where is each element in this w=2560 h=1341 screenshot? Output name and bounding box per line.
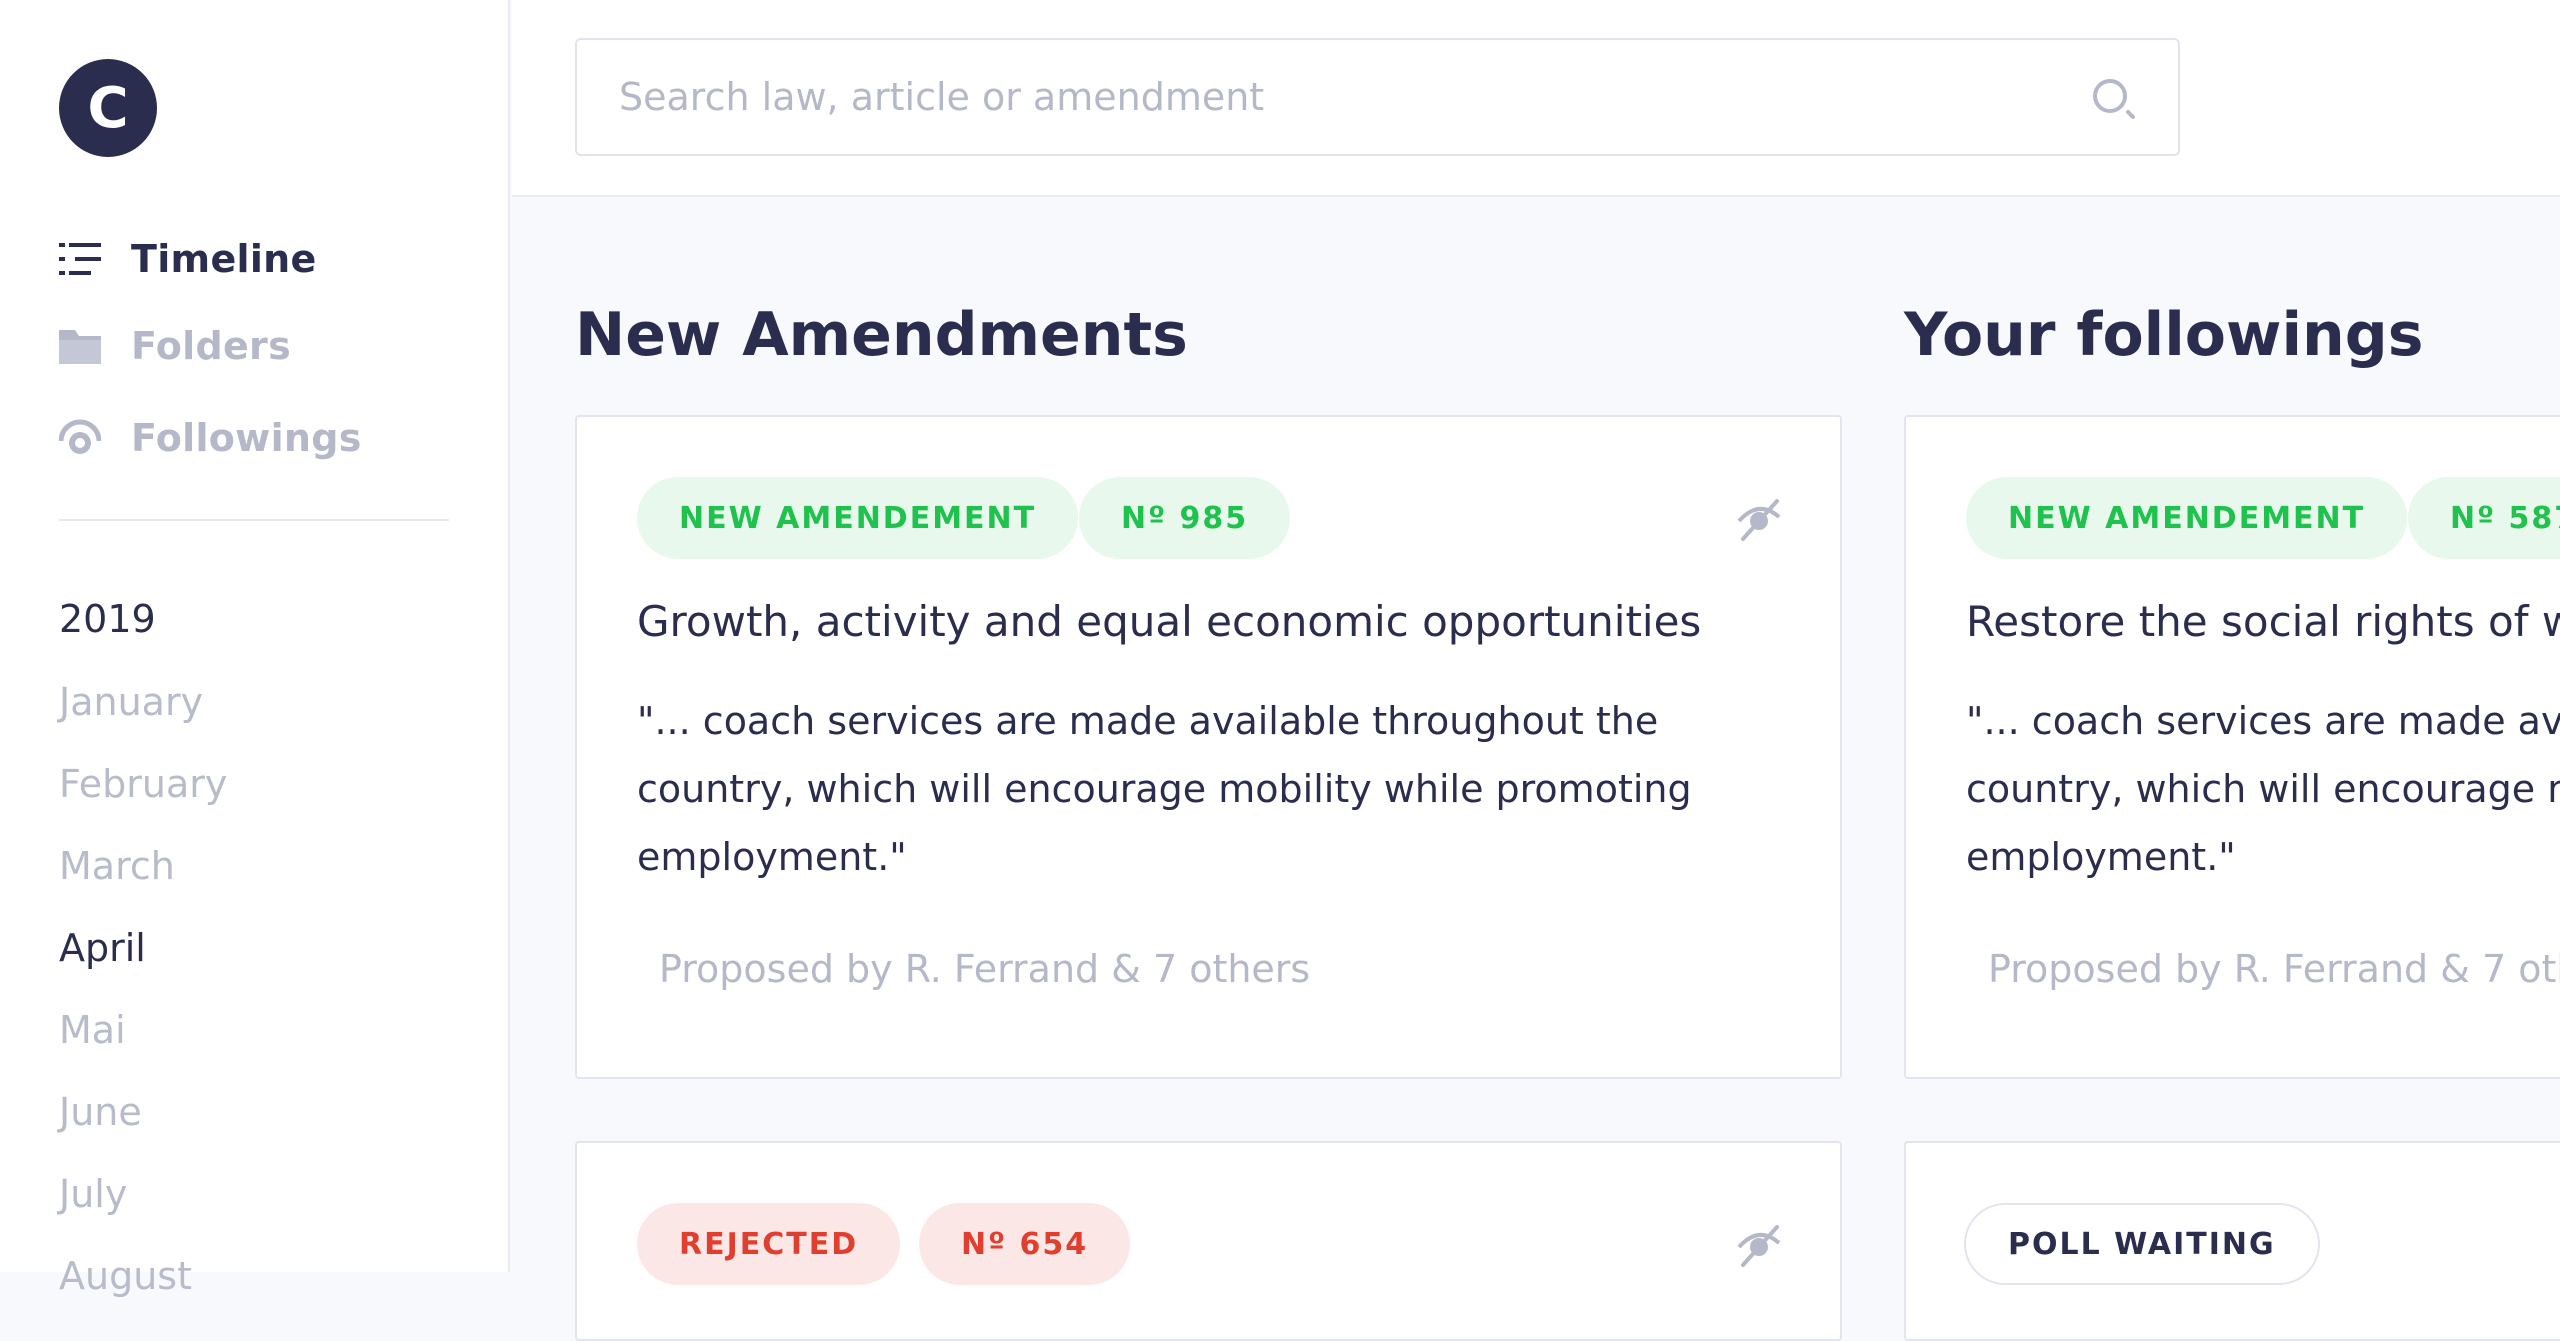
eye-icon (59, 417, 101, 459)
eye-off-icon[interactable] (1735, 1221, 1783, 1269)
year-label: 2019 (59, 597, 156, 641)
following-card[interactable]: NEW AMENDEMENT Nº 587 Restore the social… (1904, 415, 2560, 1079)
status-badge: POLL WAITING (1964, 1203, 2320, 1285)
month-march[interactable]: March (59, 844, 175, 888)
amendment-card[interactable]: NEW AMENDEMENT Nº 985 Growth, activity a… (575, 415, 1842, 1079)
status-badge: REJECTED (637, 1203, 901, 1285)
search-icon[interactable] (2092, 78, 2140, 120)
sidebar-divider (59, 519, 449, 521)
card-title: Restore the social rights of workers (1966, 597, 2560, 646)
month-june[interactable]: June (59, 1090, 142, 1134)
number-badge: Nº 985 (1079, 477, 1291, 559)
card-proposer: Proposed by R. Ferrand & 7 others (659, 947, 1311, 991)
card-quote: "... coach services are made available t… (637, 699, 1692, 879)
status-badge: NEW AMENDEMENT (637, 477, 1079, 559)
sidebar-item-folders[interactable]: Folders (59, 316, 291, 376)
search-bar (575, 38, 2180, 156)
month-february[interactable]: February (59, 762, 227, 806)
card-title: Growth, activity and equal economic oppo… (637, 597, 1702, 646)
section-title-followings: Your followings (1904, 300, 2424, 370)
month-august[interactable]: August (59, 1254, 192, 1298)
amendment-card[interactable]: REJECTED Nº 654 (575, 1141, 1842, 1341)
timeline-icon (59, 238, 101, 280)
card-quote: "... coach services are made available t… (1966, 699, 2560, 879)
month-april[interactable]: April (59, 926, 146, 970)
month-july[interactable]: July (59, 1172, 127, 1216)
sidebar-item-timeline[interactable]: Timeline (59, 229, 317, 289)
month-mai[interactable]: Mai (59, 1008, 126, 1052)
card-proposer: Proposed by R. Ferrand & 7 others (1988, 947, 2560, 991)
app-logo[interactable]: C (59, 59, 157, 157)
sidebar: C Timeline Folders Followings 2019 Janua… (0, 0, 510, 1298)
following-card[interactable]: POLL WAITING (1904, 1141, 2560, 1341)
status-badge: NEW AMENDEMENT (1966, 477, 2408, 559)
sidebar-item-followings[interactable]: Followings (59, 408, 362, 468)
section-title-new-amendments: New Amendments (575, 300, 1188, 370)
number-badge: Nº 654 (919, 1203, 1131, 1285)
sidebar-item-label: Folders (131, 324, 291, 368)
folder-icon (59, 325, 101, 367)
sidebar-item-label: Followings (131, 416, 362, 460)
number-badge: Nº 587 (2408, 477, 2560, 559)
month-january[interactable]: January (59, 680, 203, 724)
search-input[interactable] (617, 74, 2057, 120)
sidebar-item-label: Timeline (131, 237, 317, 281)
eye-off-icon[interactable] (1735, 495, 1783, 543)
